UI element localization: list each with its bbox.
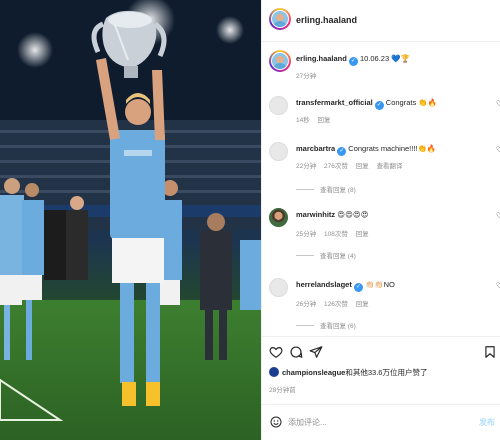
comment-body: marcbartra ✓ Congrats machine!!!!👏🔥 bbox=[296, 144, 436, 156]
author-avatar[interactable] bbox=[269, 8, 291, 30]
comment-body: marwinhitz 😍😍😍😍 bbox=[296, 210, 369, 220]
comment-text: Congrats machine!!!!👏🔥 bbox=[348, 144, 437, 153]
post-sidebar: erling.haaland erling.haaland ✓ 10.06.23 … bbox=[261, 0, 500, 440]
verified-badge-icon: ✓ bbox=[374, 101, 384, 110]
post-header: erling.haaland bbox=[262, 0, 500, 42]
post-actions: championsleague和其他33.6万位用户赞了 28分钟前 bbox=[262, 336, 500, 404]
caption-avatar[interactable] bbox=[269, 50, 291, 72]
comment-likes[interactable]: 276次赞 bbox=[324, 163, 348, 170]
likes-summary: championsleague和其他33.6万位用户赞了 bbox=[269, 367, 427, 378]
emoji-smiley-icon[interactable] bbox=[270, 416, 282, 428]
reply-link[interactable]: 回复 bbox=[318, 117, 331, 124]
caption-age: 27分钟 bbox=[296, 73, 317, 80]
caption-text: erling.haaland ✓ 10.06.23 💙🏆 bbox=[296, 54, 410, 66]
share-send-icon[interactable] bbox=[309, 345, 323, 359]
caption-username[interactable]: erling.haaland bbox=[296, 54, 347, 63]
reply-link[interactable]: 回复 bbox=[356, 301, 369, 308]
like-heart-icon[interactable] bbox=[269, 345, 283, 359]
trophy-celebration-image bbox=[0, 0, 261, 440]
view-replies-link[interactable]: 查看回复 (6) bbox=[296, 320, 356, 330]
post-comment-button[interactable]: 发布 bbox=[479, 417, 495, 428]
caption-date: 10.06.23 bbox=[359, 54, 390, 63]
commenter-avatar[interactable] bbox=[269, 96, 288, 115]
caption-meta: 27分钟 bbox=[296, 70, 322, 80]
verified-badge-icon: ✓ bbox=[348, 57, 358, 66]
view-replies-link[interactable]: 查看回复 (8) bbox=[296, 184, 356, 194]
liker-avatar[interactable] bbox=[269, 367, 279, 377]
verified-badge-icon: ✓ bbox=[353, 283, 363, 292]
liker-username[interactable]: championsleague bbox=[282, 368, 345, 377]
comment-likes[interactable]: 126次赞 bbox=[324, 301, 348, 308]
author-username[interactable]: erling.haaland bbox=[296, 15, 357, 25]
comment-body: herrelandslaget ✓ 👏🏻👏🏻NO bbox=[296, 280, 395, 292]
caption-emoji: 💙🏆 bbox=[391, 54, 410, 63]
comment-bubble-icon[interactable] bbox=[289, 345, 303, 359]
reply-link[interactable]: 回复 bbox=[356, 231, 369, 238]
post-time: 28分钟前 bbox=[269, 387, 296, 394]
comment-text: 😍😍😍😍 bbox=[337, 210, 369, 219]
comment-like-heart-icon[interactable]: ♡ bbox=[496, 145, 500, 154]
comment-age: 25分钟 bbox=[296, 231, 317, 238]
verified-badge-icon: ✓ bbox=[337, 147, 347, 156]
comment-text: Congrats 👏🔥 bbox=[385, 98, 437, 107]
commenter-avatar[interactable] bbox=[269, 208, 288, 227]
comment-username[interactable]: marwinhitz bbox=[296, 210, 335, 219]
comment-like-heart-icon[interactable]: ♡ bbox=[496, 99, 500, 108]
save-bookmark-icon[interactable] bbox=[483, 345, 497, 359]
comment-meta: 25分钟 108次赞 回复 bbox=[296, 228, 375, 238]
comment-age: 26分钟 bbox=[296, 301, 317, 308]
comment-username[interactable]: transfermarkt_official bbox=[296, 98, 373, 107]
view-replies-link[interactable]: 查看回复 (4) bbox=[296, 250, 356, 260]
commenter-avatar[interactable] bbox=[269, 278, 288, 297]
comment-meta: 14秒 回复 bbox=[296, 114, 337, 124]
comment-like-heart-icon[interactable]: ♡ bbox=[496, 281, 500, 290]
comment-like-heart-icon[interactable]: ♡ bbox=[496, 211, 500, 220]
post-photo[interactable] bbox=[0, 0, 261, 440]
comment-body: transfermarkt_official ✓ Congrats 👏🔥 bbox=[296, 98, 437, 110]
comment-likes[interactable]: 108次赞 bbox=[324, 231, 348, 238]
comment-meta: 26分钟 126次赞 回复 bbox=[296, 298, 375, 308]
comment-age: 14秒 bbox=[296, 117, 310, 124]
comment-meta: 22分钟 276次赞 回复 查看翻译 bbox=[296, 160, 409, 170]
translate-link[interactable]: 查看翻译 bbox=[377, 163, 403, 170]
commenter-avatar[interactable] bbox=[269, 142, 288, 161]
comment-username[interactable]: herrelandslaget bbox=[296, 280, 352, 289]
comment-username[interactable]: marcbartra bbox=[296, 144, 335, 153]
comment-composer: 发布 bbox=[262, 404, 500, 440]
likes-count-text[interactable]: 和其他33.6万位用户赞了 bbox=[345, 368, 427, 377]
comment-age: 22分钟 bbox=[296, 163, 317, 170]
comment-text: 👏🏻👏🏻NO bbox=[364, 280, 395, 289]
comment-input[interactable] bbox=[288, 414, 448, 430]
reply-link[interactable]: 回复 bbox=[356, 163, 369, 170]
